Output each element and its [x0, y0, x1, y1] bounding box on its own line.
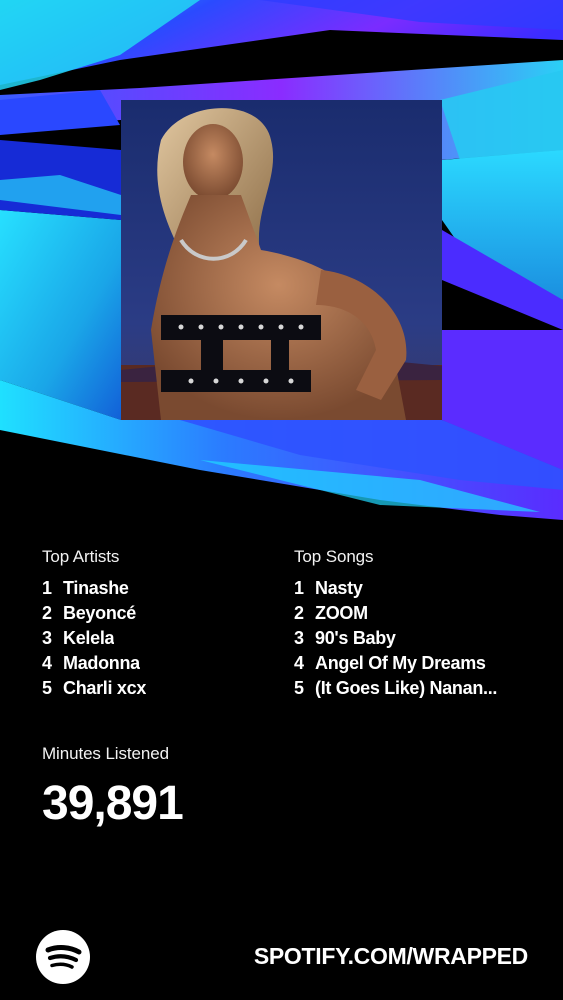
song-name: (It Goes Like) Nanan...	[315, 678, 498, 698]
artist-row: 5 Charli xcx	[42, 676, 282, 701]
song-row: 2 ZOOM	[294, 601, 544, 626]
artist-name: Kelela	[63, 628, 115, 648]
song-rank: 1	[294, 578, 304, 598]
artist-rank: 3	[42, 628, 52, 648]
song-name: ZOOM	[315, 603, 368, 623]
artist-rank: 1	[42, 578, 52, 598]
spotify-logo-glyph	[45, 945, 82, 969]
album-art-illustration	[121, 100, 442, 420]
top-songs-heading: Top Songs	[294, 547, 374, 566]
minutes-listened-section: Minutes Listened 39,891	[42, 742, 184, 832]
artist-row: 4 Madonna	[42, 651, 282, 676]
wrapped-card: Top Artists 1 Tinashe 2 Beyoncé 3 Kelela…	[0, 0, 563, 1000]
spotify-logo-icon[interactable]	[36, 930, 90, 984]
artist-name: Tinashe	[63, 578, 129, 598]
minutes-listened-label: Minutes Listened	[42, 744, 169, 763]
top-artists-list: 1 Tinashe 2 Beyoncé 3 Kelela 4 Madonna 5…	[42, 576, 282, 701]
song-row: 4 Angel Of My Dreams	[294, 651, 544, 676]
song-row: 1 Nasty	[294, 576, 544, 601]
artist-rank: 2	[42, 603, 52, 623]
artist-name: Madonna	[63, 653, 140, 673]
song-name: Nasty	[315, 578, 363, 598]
artist-name: Charli xcx	[63, 678, 147, 698]
minutes-listened-value: 39,891	[42, 777, 184, 830]
song-rank: 5	[294, 678, 304, 698]
song-row: 3 90's Baby	[294, 626, 544, 651]
artist-row: 1 Tinashe	[42, 576, 282, 601]
album-art-image	[121, 100, 442, 420]
top-artists-section: Top Artists 1 Tinashe 2 Beyoncé 3 Kelela…	[42, 545, 282, 701]
song-rank: 4	[294, 653, 304, 673]
artist-rank: 4	[42, 653, 52, 673]
song-name: Angel Of My Dreams	[315, 653, 486, 673]
song-name: 90's Baby	[315, 628, 396, 648]
top-songs-section: Top Songs 1 Nasty 2 ZOOM 3 90's Baby 4 A…	[294, 545, 544, 701]
top-songs-list: 1 Nasty 2 ZOOM 3 90's Baby 4 Angel Of My…	[294, 576, 544, 701]
wrapped-url-link[interactable]: SPOTIFY.COM/WRAPPED	[254, 940, 528, 972]
song-row: 5 (It Goes Like) Nanan...	[294, 676, 544, 701]
top-artists-heading: Top Artists	[42, 547, 120, 566]
artist-row: 2 Beyoncé	[42, 601, 282, 626]
artist-row: 3 Kelela	[42, 626, 282, 651]
artist-name: Beyoncé	[63, 603, 136, 623]
song-rank: 2	[294, 603, 304, 623]
artist-rank: 5	[42, 678, 52, 698]
song-rank: 3	[294, 628, 304, 648]
